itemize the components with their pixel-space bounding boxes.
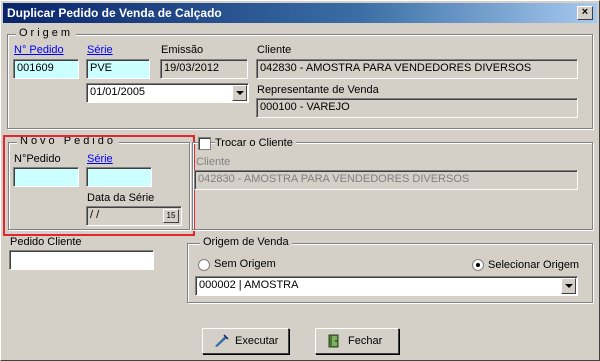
origem-serie-label[interactable]: Série (87, 44, 113, 56)
emissao-label: Emissão (161, 44, 204, 56)
chevron-down-icon[interactable] (232, 85, 247, 101)
origem-n-pedido-field[interactable]: 001609 (13, 59, 79, 79)
fechar-button[interactable]: Fechar (315, 328, 399, 354)
fechar-label: Fechar (348, 335, 383, 347)
executar-button[interactable]: Executar (202, 328, 289, 354)
trocar-cliente-field: 042830 - AMOSTRA PARA VENDEDORES DIVERSO… (194, 170, 578, 190)
door-exit-icon (328, 334, 339, 348)
trocar-cliente-field-label: Cliente (196, 156, 231, 168)
origem-venda-dropdown[interactable]: 000002 | AMOSTRA (195, 276, 578, 296)
origem-venda-value: 000002 | AMOSTRA (199, 279, 299, 291)
trocar-cliente-checkbox[interactable] (198, 137, 211, 150)
representante-label: Representante de Venda (257, 84, 379, 96)
origem-data-dropdown[interactable]: 01/01/2005 (86, 83, 249, 103)
origem-serie-field[interactable]: PVE (86, 59, 150, 79)
origem-n-pedido-label[interactable]: N° Pedido (14, 44, 64, 56)
dialog-window: Duplicar Pedido de Venda de Calçado × Or… (0, 0, 600, 361)
executar-label: Executar (235, 335, 279, 347)
selecionar-origem-radio[interactable] (472, 259, 484, 271)
selecionar-origem-label[interactable]: Selecionar Origem (488, 259, 579, 271)
execute-icon (215, 334, 229, 347)
window-title: Duplicar Pedido de Venda de Calçado (7, 6, 222, 20)
representante-field: 000100 - VAREJO (256, 98, 578, 118)
emissao-field: 19/03/2012 (160, 59, 248, 79)
close-button[interactable]: × (577, 6, 593, 20)
origem-data-value: 01/01/2005 (90, 86, 146, 98)
origem-venda-legend: Origem de Venda (200, 236, 292, 248)
sem-origem-radio[interactable] (198, 259, 210, 271)
origem-cliente-label: Cliente (257, 44, 292, 56)
origem-cliente-field: 042830 - AMOSTRA PARA VENDEDORES DIVERSO… (256, 59, 578, 79)
highlight-box (3, 135, 195, 236)
pedido-cliente-field[interactable] (9, 250, 154, 270)
title-bar[interactable]: Duplicar Pedido de Venda de Calçado × (3, 3, 597, 23)
origem-legend: Origem (16, 27, 77, 39)
chevron-down-icon[interactable] (561, 278, 576, 294)
sem-origem-label[interactable]: Sem Origem (214, 258, 276, 270)
trocar-cliente-label[interactable]: Trocar o Cliente (215, 137, 296, 149)
pedido-cliente-label: Pedido Cliente (10, 236, 82, 248)
